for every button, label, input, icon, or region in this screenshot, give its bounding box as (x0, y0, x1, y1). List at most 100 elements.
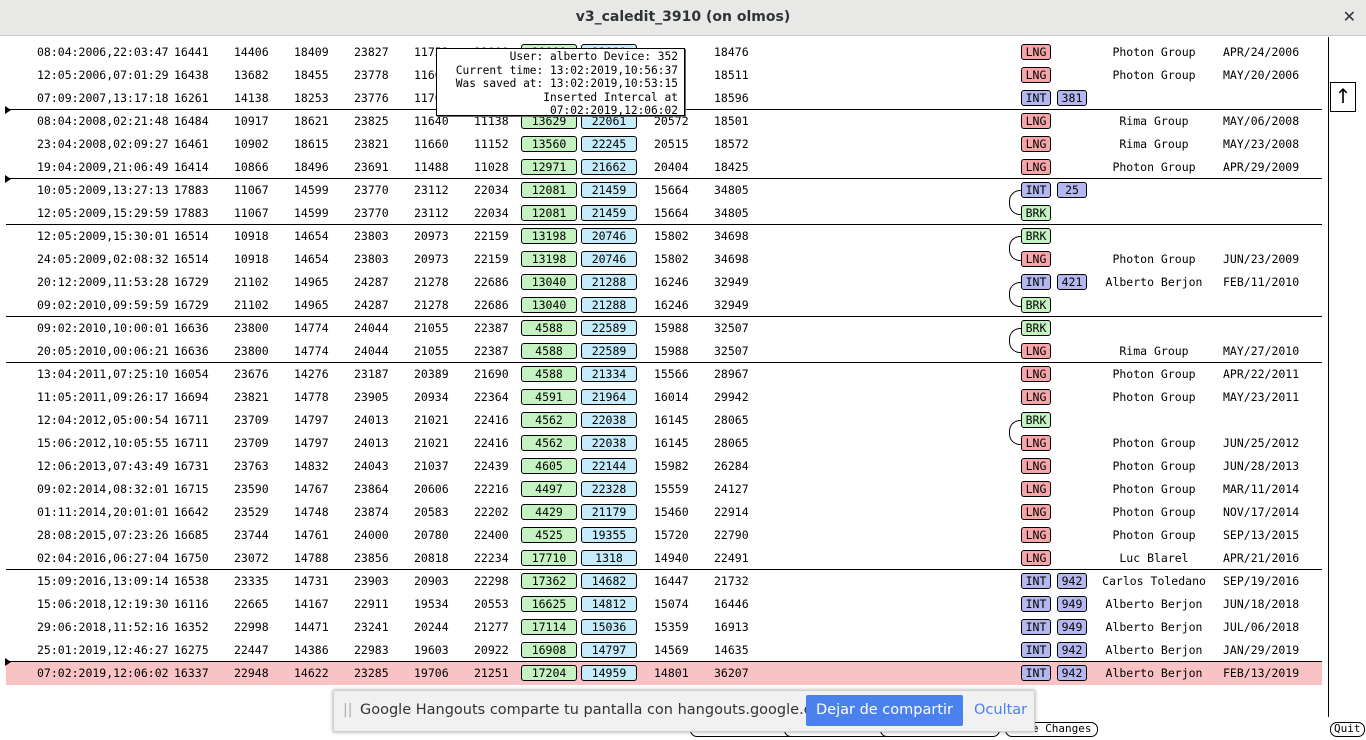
table-row[interactable]: 13:04:2011,07:25:10 16054 23676 14276 23187 2… (0, 363, 1322, 386)
row-value-h[interactable]: 1318 (581, 550, 637, 566)
table-row[interactable]: 09:02:2010,09:59:59 16729 21102 14965 24287 2… (0, 294, 1322, 317)
row-value-j: 21732 (714, 574, 749, 588)
row-value-g[interactable]: 4591 (521, 389, 577, 405)
table-row[interactable]: 12:05:2009,15:29:59 17883 11067 14599 23770 2… (0, 202, 1322, 225)
row-value-j: 18476 (714, 45, 749, 59)
row-value-g[interactable]: 17710 (521, 550, 577, 566)
hangouts-share-bar: || Google Hangouts comparte tu pantalla … (333, 690, 1035, 732)
row-value-g[interactable]: 4605 (521, 458, 577, 474)
table-row[interactable]: 10:05:2009,13:27:13 17883 11067 14599 23770 2… (0, 179, 1322, 202)
row-value-g[interactable]: 4429 (521, 504, 577, 520)
row-value-i: 16447 (654, 574, 689, 588)
table-row[interactable]: 15:06:2012,10:05:55 16711 23709 14797 24013 2… (0, 432, 1322, 455)
table-row[interactable]: 02:04:2016,06:27:04 16750 23072 14788 23856 2… (0, 547, 1322, 570)
row-value-h[interactable]: 19355 (581, 527, 637, 543)
row-value-g[interactable]: 4588 (521, 343, 577, 359)
hide-link[interactable]: Ocultar (974, 702, 1027, 718)
table-row[interactable]: 24:05:2009,02:08:32 16514 10918 14654 23803 2… (0, 248, 1322, 271)
vertical-scrollbar[interactable] (1328, 37, 1359, 717)
row-value-g[interactable]: 4588 (521, 366, 577, 382)
drag-handle-icon[interactable]: || (343, 702, 352, 718)
row-timestamp: 09:02:2010,09:59:59 (37, 298, 169, 312)
row-value-g[interactable]: 4525 (521, 527, 577, 543)
row-value-i: 15982 (654, 459, 689, 473)
row-value-h[interactable]: 22038 (581, 435, 637, 451)
row-value-f: 22364 (474, 390, 509, 404)
row-value-g[interactable]: 4562 (521, 435, 577, 451)
row-value-h[interactable]: 22589 (581, 320, 637, 336)
table-row[interactable]: 19:04:2009,21:06:49 16414 10866 18496 23691 1… (0, 156, 1322, 179)
row-value-h[interactable]: 21179 (581, 504, 637, 520)
row-value-g[interactable]: 13198 (521, 228, 577, 244)
row-value-h[interactable]: 22144 (581, 458, 637, 474)
scroll-up-button[interactable]: ↑ (1330, 82, 1356, 112)
row-value-h[interactable]: 22328 (581, 481, 637, 497)
row-value-h[interactable]: 22245 (581, 136, 637, 152)
table-row[interactable]: 15:09:2016,13:09:14 16538 23335 14731 23903 2… (0, 570, 1322, 593)
row-value-h[interactable]: 20746 (581, 228, 637, 244)
row-value-g[interactable]: 16908 (521, 642, 577, 658)
table-row[interactable]: 11:05:2011,09:26:17 16694 23821 14778 23905 2… (0, 386, 1322, 409)
row-type-badge: BRK (1021, 297, 1051, 313)
row-value-g[interactable]: 17204 (521, 665, 577, 681)
table-row[interactable]: 20:05:2010,00:06:21 16636 23800 14774 24044 2… (0, 340, 1322, 363)
table-row[interactable]: 20:12:2009,11:53:28 16729 21102 14965 24287 2… (0, 271, 1322, 294)
row-value-h[interactable]: 21459 (581, 182, 637, 198)
row-value-b: 23800 (234, 321, 269, 335)
row-value-g[interactable]: 4562 (521, 412, 577, 428)
table-row[interactable]: 12:06:2013,07:43:49 16731 23763 14832 24043 2… (0, 455, 1322, 478)
table-row[interactable]: 15:06:2018,12:19:30 16116 22665 14167 22911 1… (0, 593, 1322, 616)
row-value-h[interactable]: 14682 (581, 573, 637, 589)
row-value-h[interactable]: 20746 (581, 251, 637, 267)
stop-sharing-button[interactable]: Dejar de compartir (806, 695, 963, 726)
row-value-e: 20973 (414, 252, 449, 266)
row-value-h[interactable]: 14959 (581, 665, 637, 681)
table-row[interactable]: 12:05:2009,15:30:01 16514 10918 14654 23803 2… (0, 225, 1322, 248)
table-row[interactable]: 09:02:2010,10:00:01 16636 23800 14774 24044 2… (0, 317, 1322, 340)
row-timestamp: 15:06:2018,12:19:30 (37, 597, 169, 611)
row-type-badge: LNG (1021, 389, 1051, 405)
row-value-g[interactable]: 12081 (521, 205, 577, 221)
row-value-i: 16145 (654, 436, 689, 450)
table-row[interactable]: 01:11:2014,20:01:01 16642 23529 14748 23874 2… (0, 501, 1322, 524)
row-value-h[interactable]: 21288 (581, 297, 637, 313)
table-row[interactable]: 25:01:2019,12:46:27 16275 22447 14386 22983 1… (0, 639, 1322, 662)
row-value-g[interactable]: 17114 (521, 619, 577, 635)
row-value-f: 22686 (474, 275, 509, 289)
row-value-g[interactable]: 4497 (521, 481, 577, 497)
row-timestamp: 28:08:2015,07:23:26 (37, 528, 169, 542)
row-timestamp: 12:04:2012,05:00:54 (37, 413, 169, 427)
row-value-h[interactable]: 21459 (581, 205, 637, 221)
row-value-h[interactable]: 14797 (581, 642, 637, 658)
row-value-h[interactable]: 21288 (581, 274, 637, 290)
row-link-connector (1009, 190, 1021, 215)
row-value-h[interactable]: 22589 (581, 343, 637, 359)
row-value-g[interactable]: 12971 (521, 159, 577, 175)
row-value-g[interactable]: 4588 (521, 320, 577, 336)
row-value-h[interactable]: 22038 (581, 412, 637, 428)
row-value-g[interactable]: 13040 (521, 274, 577, 290)
row-value-g[interactable]: 13040 (521, 297, 577, 313)
table-row[interactable]: 07:02:2019,12:06:02 16337 22948 14622 23285 1… (6, 662, 1322, 685)
row-group: Alberto Berjon (1105, 620, 1203, 634)
row-value-h[interactable]: 14812 (581, 596, 637, 612)
row-value-h[interactable]: 15036 (581, 619, 637, 635)
table-row[interactable]: 23:04:2008,02:09:27 16461 10902 18615 23821 1… (0, 133, 1322, 156)
close-icon[interactable]: ✕ (1343, 7, 1356, 26)
row-value-h[interactable]: 21334 (581, 366, 637, 382)
row-value-g[interactable]: 16625 (521, 596, 577, 612)
table-row[interactable]: 09:02:2014,08:32:01 16715 23590 14767 23864 2… (0, 478, 1322, 501)
row-value-g[interactable]: 13198 (521, 251, 577, 267)
row-value-h[interactable]: 21662 (581, 159, 637, 175)
row-value-h[interactable]: 21964 (581, 389, 637, 405)
row-value-b: 14406 (234, 45, 269, 59)
row-value-g[interactable]: 17362 (521, 573, 577, 589)
table-row[interactable]: 29:06:2018,11:52:16 16352 22998 14471 23241 2… (0, 616, 1322, 639)
row-value-g[interactable]: 13560 (521, 136, 577, 152)
table-row[interactable]: 12:04:2012,05:00:54 16711 23709 14797 24013 2… (0, 409, 1322, 432)
quit-button[interactable]: Quit (1330, 722, 1365, 737)
table-row[interactable]: 28:08:2015,07:23:26 16685 23744 14761 24000 2… (0, 524, 1322, 547)
row-value-e: 20389 (414, 367, 449, 381)
row-value-g[interactable]: 12081 (521, 182, 577, 198)
row-timestamp: 07:02:2019,12:06:02 (37, 666, 169, 680)
